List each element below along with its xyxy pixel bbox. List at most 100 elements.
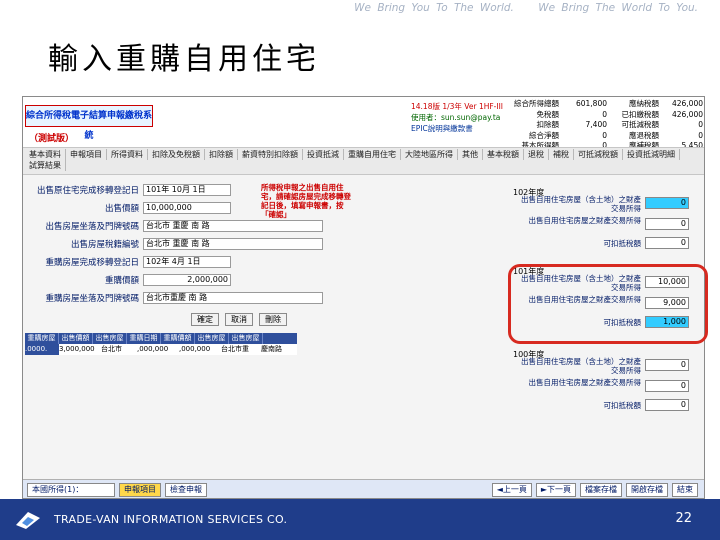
grid-header-cell[interactable]: 重購價額 (161, 333, 195, 344)
panel-line-label: 出售自用住宅房屋（含土地）之財產交易所得 (521, 195, 641, 213)
check-filing-button[interactable]: 檢查申報 (165, 483, 207, 497)
repurchase-price-field[interactable]: 2,000,000 (143, 273, 231, 286)
repurchase-address-field[interactable]: 台北市重慶 南 路 (143, 291, 323, 304)
stat-row: 可抵減稅額 0 (611, 120, 704, 131)
summary-stats-left: 綜合所得總額 601,800 免稅額 0 扣除額 7,400 綜合淨額 0 基本所得額 0 (511, 99, 607, 152)
field-label: 出售價額 (104, 203, 139, 214)
user-info: 14.18版 1/3年 Ver 1HF-III 使用者：sun.sun@pay.… (411, 101, 505, 134)
tab-filing-items[interactable]: 申報項目 (66, 149, 107, 160)
grid-header-cell[interactable]: 重購房屋 (25, 333, 59, 344)
company-logo-icon (16, 512, 40, 529)
app-header: 綜合所得稅電子結算申報繳稅系統 （測試版） 14.18版 1/3年 Ver 1H… (23, 97, 704, 150)
grid-header-cell[interactable]: 出售房屋 (229, 333, 263, 344)
stat-row: 免稅額 0 (511, 109, 608, 121)
sale-price-field[interactable]: 10,000,000 (143, 201, 231, 214)
tab-investment-credit[interactable]: 投資抵減 (303, 149, 344, 160)
tab-mainland-income[interactable]: 大陸地區所得 (401, 149, 458, 160)
tab-refund[interactable]: 退稅 (524, 149, 549, 160)
prev-page-button[interactable]: ◄上一頁 (491, 483, 532, 497)
slide: We Bring You To The World. We Bring The … (0, 0, 720, 540)
stat-row: 應納稅額 426,000 (611, 99, 703, 110)
stat-row: 綜合淨額 0 (511, 131, 607, 142)
sale-address-field[interactable]: 台北市 重慶 南 路 (143, 219, 323, 232)
stat-label: 綜合所得總額 (514, 99, 559, 108)
stat-value: 426,000 (671, 99, 703, 108)
form-row: 重購房屋坐落及門牌號碼 台北市重慶 南 路 (25, 291, 323, 304)
tab-basic-info[interactable]: 基本資料 (25, 149, 66, 160)
repurchase-transfer-date-field[interactable]: 102年 4月 1日 (143, 255, 231, 268)
stat-row: 綜合所得總額 601,800 (511, 99, 607, 110)
tab-supplement[interactable]: 補稅 (549, 149, 574, 160)
tab-salary-deduction[interactable]: 薪資特別扣除額 (238, 149, 303, 160)
tab-basic-tax[interactable]: 基本稅額 (483, 149, 524, 160)
panel-line-value[interactable]: 0 (645, 197, 689, 209)
panel-line-label: 出售自用住宅房屋（含土地）之財產交易所得 (521, 357, 641, 375)
grid-header-cell[interactable]: 出售房屋 (195, 333, 229, 344)
grid-header-cell[interactable]: 出售房屋 (93, 333, 127, 344)
user-line[interactable]: 使用者：sun.sun@pay.ta (411, 112, 505, 123)
table-row[interactable]: .0000. 3,000,000 台北市 ,000,000 ,000,000 台… (25, 344, 297, 355)
grid-header-cell[interactable]: 重購日期 (127, 333, 161, 344)
panel-line-label: 出售自用住宅房屋之財產交易所得 (528, 378, 642, 387)
field-label: 出售原住宅完成移轉登記日 (36, 185, 139, 196)
repurchase-grid: 重購房屋 出售價額 出售房屋 重購日期 重購價額 出售房屋 出售房屋 .0000… (25, 333, 297, 355)
sale-tax-id-field[interactable]: 台北市 重慶 南 路 (143, 237, 323, 250)
form-row: 出售房屋稅籍編號 台北市 重慶 南 路 (25, 237, 323, 250)
stat-row: 應退稅額 0 (611, 131, 703, 142)
stat-value: 0 (698, 120, 703, 129)
stat-label: 已扣繳稅額 (621, 109, 660, 119)
grid-cell: ,000,000 (137, 345, 169, 353)
tab-creditable-tax[interactable]: 可抵減稅額 (574, 149, 623, 160)
panel-line-value[interactable]: 0 (645, 359, 689, 371)
stat-label: 應退稅額 (629, 130, 659, 140)
stat-value: 0 (698, 130, 703, 140)
panel-line-value[interactable]: 0 (645, 380, 689, 392)
next-page-button[interactable]: ►下一頁 (535, 483, 576, 497)
panel-line-value[interactable]: 0 (645, 399, 689, 411)
tab-trial-result[interactable]: 試算結果 (25, 160, 66, 171)
exit-button[interactable]: 結束 (672, 483, 698, 497)
save-file-button[interactable]: 檔案存檔 (580, 483, 622, 497)
panel-line-label: 出售自用住宅房屋之財產交易所得 (528, 216, 642, 225)
company-name: TRADE-VAN INFORMATION SERVICES CO. (54, 513, 288, 526)
status-info: 本國所得(1)： (27, 483, 115, 497)
confirm-button[interactable]: 確定 (191, 313, 219, 326)
grid-header: 重購房屋 出售價額 出售房屋 重購日期 重購價額 出售房屋 出售房屋 (25, 333, 297, 344)
user-line[interactable]: EPIC說明與繳款書 (411, 123, 505, 134)
stat-label: 應納稅額 (629, 99, 659, 108)
grid-cell: 台北市 (101, 345, 122, 353)
stat-row: 扣除額 7,400 (511, 120, 608, 131)
form-row: 重購房屋完成移轉登記日 102年 4月 1日 (25, 255, 231, 268)
stat-value: 7,400 (585, 120, 607, 129)
panel-line-label: 可扣抵稅額 (603, 239, 642, 248)
app-brand: 綜合所得稅電子結算申報繳稅系統 (25, 105, 153, 141)
panel-line-value[interactable]: 0 (645, 218, 689, 230)
filing-items-button[interactable]: 申報項目 (119, 483, 161, 497)
panel-line-value[interactable]: 0 (645, 237, 689, 249)
grid-cell: 台北市重 (221, 345, 249, 353)
stat-value: 426,000 (671, 109, 703, 119)
stat-label: 扣除額 (536, 120, 560, 129)
tab-other[interactable]: 其他 (458, 149, 483, 160)
cancel-button[interactable]: 取消 (225, 313, 253, 326)
grid-cell: 3,000,000 (59, 345, 95, 353)
slogan-1: We Bring You To The World. (354, 2, 514, 14)
tab-income[interactable]: 所得資料 (107, 149, 148, 160)
delete-button[interactable]: 刪除 (259, 313, 287, 326)
stat-value: 0 (602, 130, 607, 140)
field-label: 出售房屋坐落及門牌號碼 (45, 221, 139, 232)
tab-deductions[interactable]: 扣除額 (205, 149, 238, 160)
nav-tabs: 基本資料 申報項目 所得資料 扣除及免稅額 扣除額 薪資特別扣除額 投資抵減 重… (23, 147, 704, 175)
tab-repurchase-residence[interactable]: 重購自用住宅 (344, 149, 401, 160)
grid-cell: .0000. (25, 344, 59, 355)
tab-investment-detail[interactable]: 投資抵減明細 (623, 149, 680, 160)
stat-value: 0 (602, 109, 607, 119)
sale-transfer-date-field[interactable]: 101年 10月 1日 (143, 183, 231, 196)
page-number: 22 (675, 511, 692, 526)
slogan: We Bring You To The World. We Bring The … (336, 2, 698, 14)
tab-deductions-exemptions[interactable]: 扣除及免稅額 (148, 149, 205, 160)
stat-row: 已扣繳稅額 426,000 (611, 109, 704, 121)
slide-title: 輸入重購自用住宅 (48, 42, 320, 77)
open-file-button[interactable]: 開啟存檔 (626, 483, 668, 497)
grid-header-cell[interactable]: 出售價額 (59, 333, 93, 344)
